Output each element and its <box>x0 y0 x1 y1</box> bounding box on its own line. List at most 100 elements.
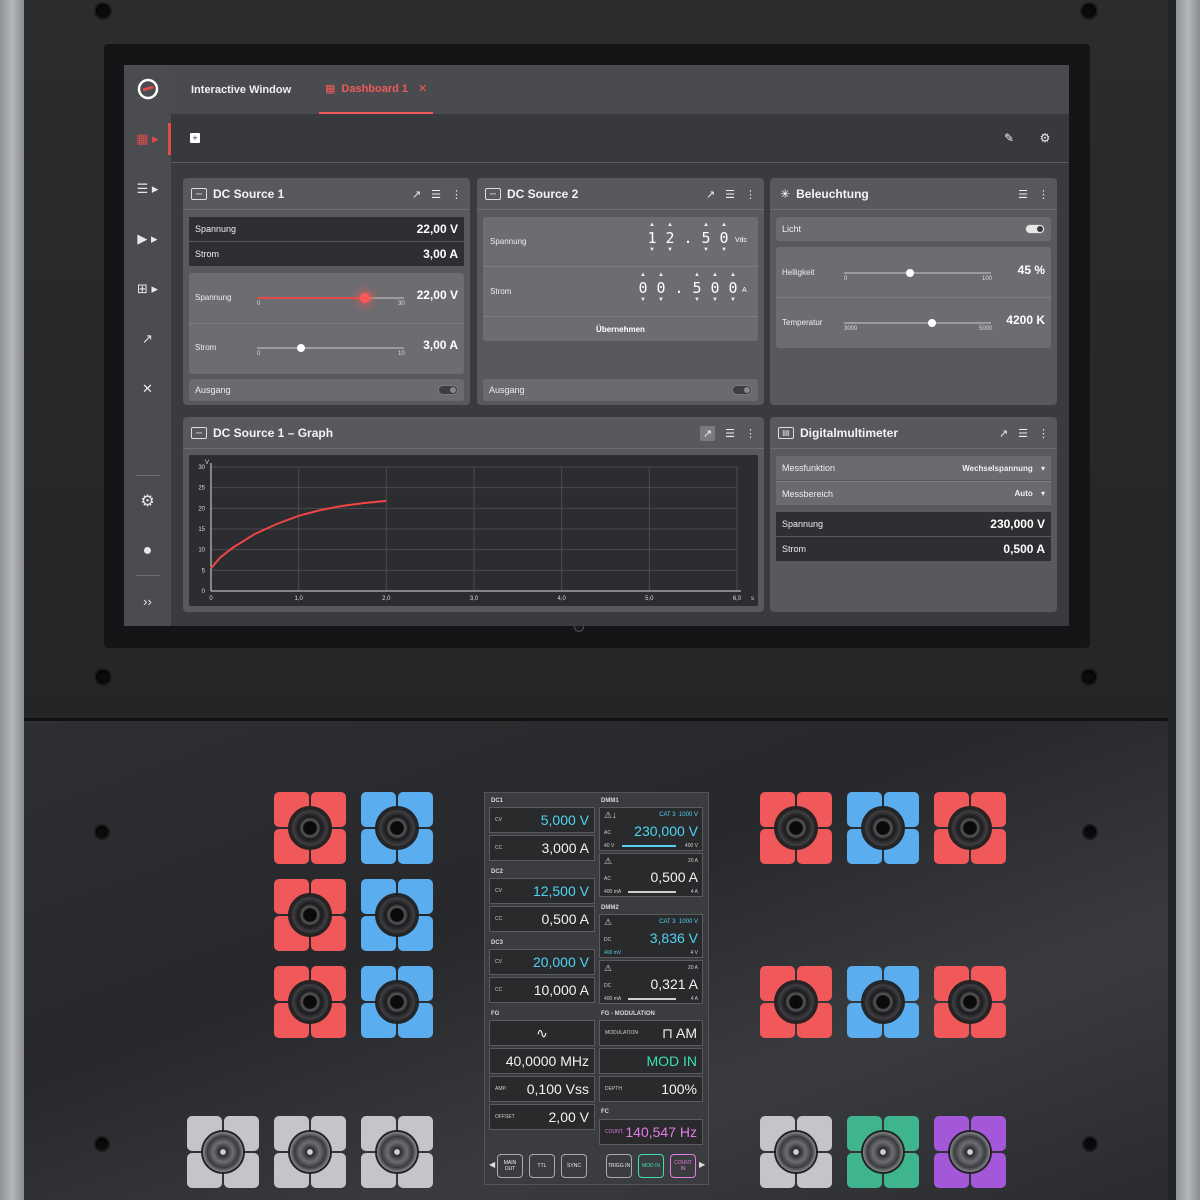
dmm2-current-readout: ⚠ 20 A DC 0,321 A 400 mA 4 A <box>599 960 703 1004</box>
sidebar-item-controls[interactable]: ☰ ▸ <box>124 174 171 204</box>
trend-icon[interactable]: ↗ <box>412 188 421 201</box>
sliders-icon[interactable]: ☰ <box>725 188 735 201</box>
decrement-icon[interactable]: ▼ <box>727 297 739 303</box>
more-icon[interactable]: ⋮ <box>451 188 462 201</box>
trend-icon[interactable]: ↗ <box>999 427 1008 440</box>
warning-icon: ⚠↓ <box>604 810 617 820</box>
decrement-icon[interactable]: ▼ <box>700 247 712 253</box>
edit-button[interactable]: ✎ <box>1001 130 1017 146</box>
increment-icon[interactable]: ▲ <box>646 222 658 228</box>
chevron-right-icon[interactable]: ▶ <box>699 1160 705 1169</box>
decrement-icon[interactable]: ▼ <box>637 297 649 303</box>
banana-jack-red[interactable] <box>274 966 346 1038</box>
increment-icon[interactable]: ▲ <box>727 272 739 278</box>
banana-jack-red[interactable] <box>274 792 346 864</box>
sidebar-item-devices[interactable]: ⊞ ▸ <box>124 274 171 304</box>
add-widget-button[interactable]: + <box>187 130 203 146</box>
sync-button[interactable]: SYNC <box>561 1154 587 1178</box>
increment-icon[interactable]: ▲ <box>700 222 712 228</box>
banana-jack-red[interactable] <box>934 966 1006 1038</box>
banana-jack-blue[interactable] <box>847 966 919 1038</box>
decrement-icon[interactable]: ▼ <box>646 247 658 253</box>
range-select[interactable]: Messbereich Auto ▾ <box>776 481 1051 505</box>
screw-icon <box>1082 670 1096 684</box>
apply-button[interactable]: Übernehmen <box>483 316 758 341</box>
sidebar-item-user[interactable]: ● <box>124 536 171 566</box>
sidebar-expand[interactable]: ›› <box>124 586 171 616</box>
decrement-icon[interactable]: ▼ <box>709 297 721 303</box>
sidebar-item-tools[interactable]: ✕ <box>124 374 171 404</box>
digit[interactable]: 2 <box>664 229 676 247</box>
brightness-slider-handle[interactable] <box>906 269 915 277</box>
increment-icon[interactable]: ▲ <box>691 272 703 278</box>
tab-dashboard-1[interactable]: ▦ Dashboard 1 ✕ <box>319 65 434 114</box>
digit[interactable]: 0 <box>718 229 730 247</box>
banana-jack-red[interactable] <box>274 879 346 951</box>
fg-depth: DEPTH 100% <box>599 1076 703 1102</box>
banana-jack-blue[interactable] <box>361 792 433 864</box>
increment-icon[interactable]: ▲ <box>655 272 667 278</box>
more-icon[interactable]: ⋮ <box>745 188 756 201</box>
trigg-in-button[interactable]: TRIGG IN <box>606 1154 632 1178</box>
bnc-connector-gray[interactable] <box>274 1116 346 1188</box>
brightness-slider[interactable] <box>844 272 991 274</box>
count-in-button[interactable]: COUNT IN <box>670 1154 696 1178</box>
banana-jack-red[interactable] <box>760 792 832 864</box>
chevron-left-icon[interactable]: ◀ <box>489 1160 495 1169</box>
trend-icon[interactable]: ↗ <box>706 188 715 201</box>
app-logo-icon[interactable] <box>124 74 171 104</box>
mod-in-button[interactable]: MOD IN <box>638 1154 664 1178</box>
sidebar-item-dashboard[interactable]: ▦ ▸ <box>124 124 171 154</box>
more-icon[interactable]: ⋮ <box>745 427 756 440</box>
sliders-icon[interactable]: ☰ <box>1018 188 1028 201</box>
current-slider[interactable] <box>257 347 404 349</box>
trend-icon[interactable]: ↗ <box>699 425 716 441</box>
digit[interactable]: 5 <box>700 229 712 247</box>
bnc-connector-purple[interactable] <box>934 1116 1006 1188</box>
close-icon[interactable]: ✕ <box>418 82 427 95</box>
settings-button[interactable]: ⚙ <box>1037 130 1053 146</box>
temperature-slider[interactable] <box>844 322 991 324</box>
ttl-button[interactable]: TTL <box>529 1154 555 1178</box>
output-toggle[interactable] <box>732 385 752 395</box>
sidebar-item-run[interactable]: ▶ ▸ <box>124 224 171 254</box>
digit[interactable]: 0 <box>655 279 667 297</box>
bnc-connector-green[interactable] <box>847 1116 919 1188</box>
digit[interactable]: 1 <box>646 229 658 247</box>
banana-jack-blue[interactable] <box>847 792 919 864</box>
main-out-button[interactable]: MAIN OUT <box>497 1154 523 1178</box>
digit[interactable]: 5 <box>691 279 703 297</box>
sidebar-item-settings[interactable]: ⚙ <box>124 486 171 516</box>
bnc-connector-gray[interactable] <box>760 1116 832 1188</box>
increment-icon[interactable]: ▲ <box>637 272 649 278</box>
temperature-slider-handle[interactable] <box>928 319 937 327</box>
decrement-icon[interactable]: ▼ <box>691 297 703 303</box>
sliders-icon[interactable]: ☰ <box>1018 427 1028 440</box>
digit[interactable]: 0 <box>637 279 649 297</box>
increment-icon[interactable]: ▲ <box>664 222 676 228</box>
bnc-connector-gray[interactable] <box>187 1116 259 1188</box>
sidebar-item-trends[interactable]: ↗ <box>124 324 171 354</box>
decrement-icon[interactable]: ▼ <box>718 247 730 253</box>
more-icon[interactable]: ⋮ <box>1038 188 1049 201</box>
increment-icon[interactable]: ▲ <box>718 222 730 228</box>
banana-jack-blue[interactable] <box>361 966 433 1038</box>
digit[interactable]: 0 <box>709 279 721 297</box>
sliders-icon[interactable]: ☰ <box>431 188 441 201</box>
tab-interactive-window[interactable]: Interactive Window <box>191 65 291 114</box>
banana-jack-red[interactable] <box>760 966 832 1038</box>
light-toggle[interactable] <box>1025 224 1045 234</box>
current-slider-handle[interactable] <box>297 344 306 352</box>
decrement-icon[interactable]: ▼ <box>664 247 676 253</box>
sliders-icon[interactable]: ☰ <box>725 427 735 440</box>
banana-jack-red[interactable] <box>934 792 1006 864</box>
voltage-slider-handle[interactable] <box>359 293 370 303</box>
bnc-connector-gray[interactable] <box>361 1116 433 1188</box>
decrement-icon[interactable]: ▼ <box>655 297 667 303</box>
banana-jack-blue[interactable] <box>361 879 433 951</box>
output-toggle[interactable] <box>438 385 458 395</box>
function-select[interactable]: Messfunktion Wechselspannung ▾ <box>776 456 1051 480</box>
more-icon[interactable]: ⋮ <box>1038 427 1049 440</box>
digit[interactable]: 0 <box>727 279 739 297</box>
increment-icon[interactable]: ▲ <box>709 272 721 278</box>
